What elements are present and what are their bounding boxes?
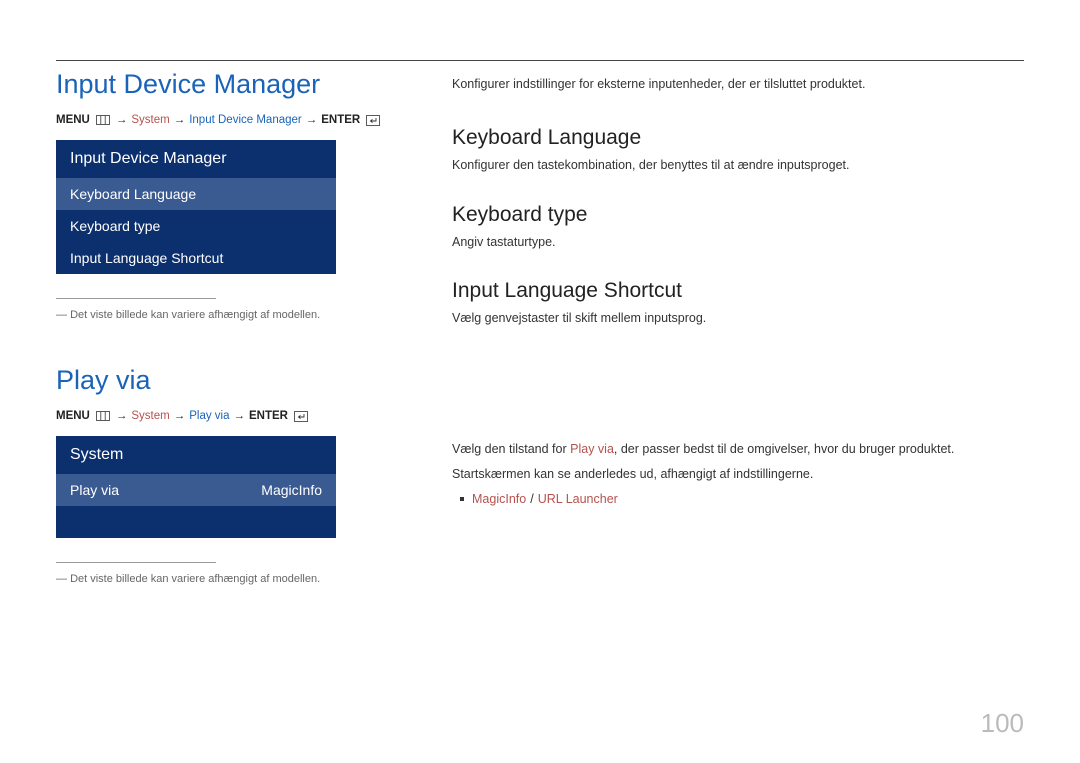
heading-idm: Input Device Manager — [56, 69, 396, 100]
heading-keyboard-language: Keyboard Language — [452, 126, 1024, 150]
top-rule — [56, 60, 1024, 61]
note-rule — [56, 298, 216, 299]
pv-p1c: , der passer bedst til de omgivelser, hv… — [614, 442, 954, 456]
heading-play-via: Play via — [56, 365, 396, 396]
pv-p1b: Play via — [570, 442, 614, 456]
pv-p1a: Vælg den tilstand for — [452, 442, 570, 456]
heading-input-language-shortcut: Input Language Shortcut — [452, 279, 1024, 303]
breadcrumb-arrow: → — [174, 410, 186, 422]
left-column: Input Device Manager MENU → System → Inp… — [56, 69, 396, 585]
menu-item-play-via[interactable]: Play via MagicInfo — [56, 474, 336, 506]
breadcrumb-arrow: → — [174, 114, 186, 126]
breadcrumb-arrow: → — [234, 410, 246, 422]
right-play-via-section: Vælg den tilstand for Play via, der pass… — [452, 440, 1024, 506]
note-idm-text: Det viste billede kan variere afhængigt … — [70, 309, 320, 321]
breadcrumb-arrow: → — [306, 114, 318, 126]
text-play-via-line1: Vælg den tilstand for Play via, der pass… — [452, 440, 1024, 459]
menu-box-system: System Play via MagicInfo — [56, 436, 336, 538]
heading-keyboard-type: Keyboard type — [452, 203, 1024, 227]
note-rule — [56, 562, 216, 563]
breadcrumb-playvia-link: Play via — [189, 410, 229, 422]
breadcrumb-play-via: MENU → System → Play via → ENTER — [56, 410, 396, 422]
text-play-via-line2: Startskærmen kan se anderledes ud, afhæn… — [452, 465, 1024, 484]
breadcrumb-idm-link: Input Device Manager — [189, 114, 302, 126]
section-input-device-manager: Input Device Manager MENU → System → Inp… — [56, 69, 396, 321]
menu-box-system-title: System — [56, 436, 336, 474]
play-via-options: MagicInfo / URL Launcher — [460, 492, 1024, 506]
text-keyboard-language: Konfigurer den tastekombination, der ben… — [452, 156, 1024, 175]
text-keyboard-type: Angiv tastaturtype. — [452, 233, 1024, 252]
intro-text: Konfigurer indstillinger for eksterne in… — [452, 75, 1024, 94]
enter-icon — [294, 411, 308, 422]
menu-item-input-language-shortcut[interactable]: Input Language Shortcut — [56, 242, 336, 274]
enter-icon — [366, 115, 380, 126]
breadcrumb-arrow: → — [116, 410, 128, 422]
menu-box-idm: Input Device Manager Keyboard Language K… — [56, 140, 336, 274]
breadcrumb-system: System — [131, 410, 169, 422]
breadcrumb-idm: MENU → System → Input Device Manager → E… — [56, 114, 396, 126]
bullet-icon — [460, 497, 464, 501]
menu-item-keyboard-type[interactable]: Keyboard type — [56, 210, 336, 242]
breadcrumb-enter: ENTER — [249, 410, 288, 422]
option-url-launcher: URL Launcher — [538, 492, 618, 506]
note-play-via-text: Det viste billede kan variere afhængigt … — [70, 573, 320, 585]
note-play-via: ― Det viste billede kan variere afhængig… — [56, 573, 396, 585]
menu-item-play-via-label: Play via — [70, 482, 119, 498]
option-separator: / — [530, 492, 533, 506]
two-column-layout: Input Device Manager MENU → System → Inp… — [56, 69, 1024, 585]
breadcrumb-system: System — [131, 114, 169, 126]
page-number: 100 — [981, 708, 1024, 739]
breadcrumb-enter: ENTER — [321, 114, 360, 126]
menu-item-keyboard-language[interactable]: Keyboard Language — [56, 178, 336, 210]
menu-item-play-via-value: MagicInfo — [261, 482, 322, 498]
menu-grid-icon — [96, 411, 110, 421]
section-play-via: Play via MENU → System → Play via → ENTE… — [56, 365, 396, 585]
menu-item-empty — [56, 506, 336, 538]
breadcrumb-arrow: → — [116, 114, 128, 126]
menu-box-title: Input Device Manager — [56, 140, 336, 178]
text-input-language-shortcut: Vælg genvejstaster til skift mellem inpu… — [452, 309, 1024, 328]
breadcrumb-menu: MENU — [56, 114, 90, 126]
note-idm: ― Det viste billede kan variere afhængig… — [56, 309, 396, 321]
breadcrumb-menu: MENU — [56, 410, 90, 422]
option-magicinfo: MagicInfo — [472, 492, 526, 506]
right-column: Konfigurer indstillinger for eksterne in… — [452, 69, 1024, 585]
menu-grid-icon — [96, 115, 110, 125]
